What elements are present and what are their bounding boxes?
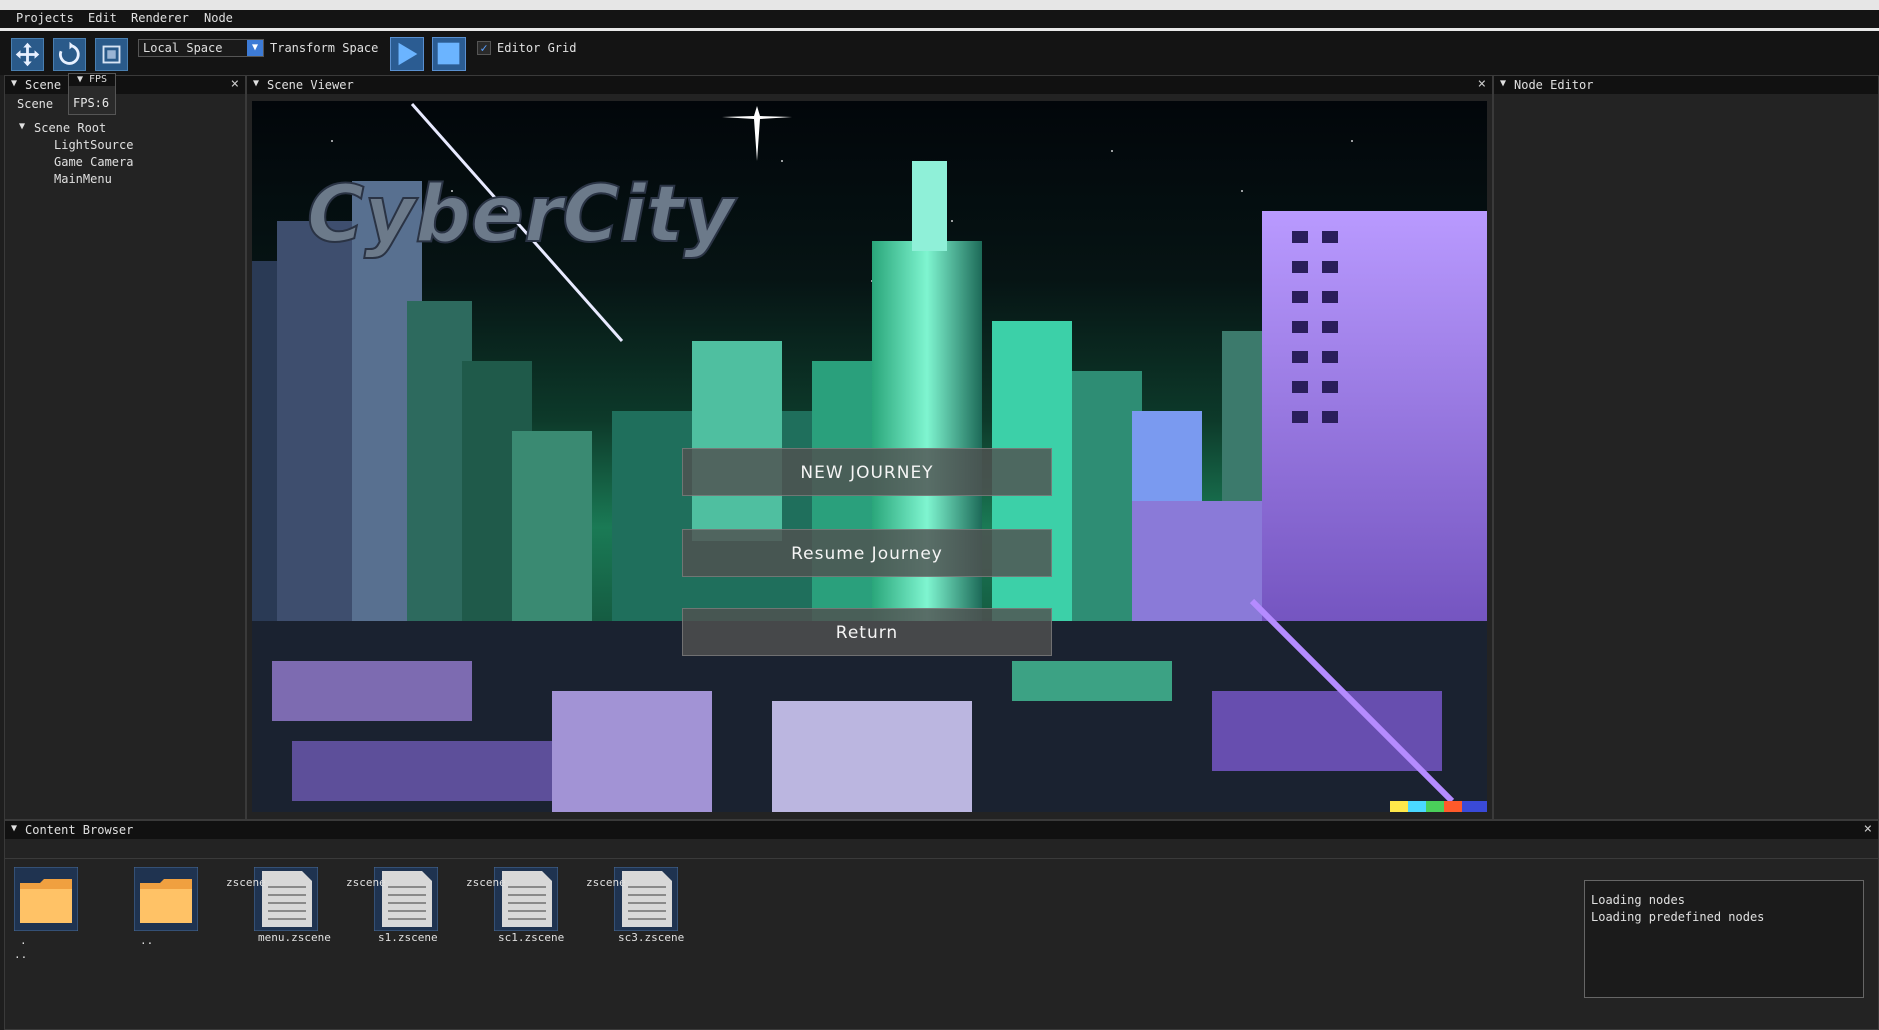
close-icon[interactable]: × bbox=[1864, 821, 1872, 837]
menu-renderer[interactable]: Renderer bbox=[131, 11, 189, 25]
file-ext-label: zscene bbox=[466, 876, 506, 889]
scale-tool-icon bbox=[102, 45, 121, 64]
tree-expand-icon[interactable]: ▼ bbox=[19, 121, 25, 132]
collapse-triangle-icon[interactable]: ▼ bbox=[253, 78, 259, 89]
file-ext-label: zscene bbox=[346, 876, 386, 889]
scale-tool-button[interactable] bbox=[95, 38, 128, 71]
stop-button[interactable] bbox=[432, 37, 466, 71]
fps-window-title: ▼ FPS bbox=[69, 74, 115, 86]
space-select-value: Local Space bbox=[143, 41, 223, 55]
rotate-tool-icon bbox=[59, 41, 80, 65]
editor-grid-checkbox[interactable]: ✓ bbox=[477, 41, 491, 55]
close-icon[interactable]: × bbox=[231, 76, 239, 92]
resume-journey-button[interactable]: Resume Journey bbox=[682, 529, 1052, 577]
file-ext-label: zscene bbox=[586, 876, 626, 889]
log-line: Loading nodes bbox=[1591, 893, 1685, 907]
close-icon[interactable]: × bbox=[1478, 76, 1486, 92]
collapse-triangle-icon[interactable]: ▼ bbox=[11, 78, 17, 89]
file-label-sc3: sc3.zscene bbox=[618, 931, 685, 944]
file-label-sc1: sc1.zscene bbox=[498, 931, 565, 944]
content-browser-titlebar[interactable]: ▼ Content Browser × bbox=[5, 821, 1878, 839]
menu-projects[interactable]: Projects bbox=[16, 11, 74, 25]
tab-scene[interactable]: Scene bbox=[17, 97, 53, 111]
folder-label-parent: .. bbox=[140, 934, 154, 947]
folder-icon bbox=[133, 866, 199, 932]
node-editor-title: Node Editor bbox=[1514, 78, 1594, 92]
move-tool-button[interactable] bbox=[11, 38, 44, 71]
window-top-strip bbox=[0, 0, 1879, 10]
return-button[interactable]: Return bbox=[682, 608, 1052, 656]
chevron-down-icon: ▼ bbox=[247, 40, 263, 56]
folder-icon bbox=[13, 866, 79, 932]
file-label-menu: menu.zscene bbox=[258, 931, 331, 944]
file-ext-label: zscene bbox=[226, 876, 266, 889]
scene-panel-title: Scene bbox=[25, 78, 62, 92]
scene-panel-titlebar[interactable]: ▼ Scene × bbox=[5, 76, 245, 94]
scene-panel: ▼ Scene × Scene ▼ Scene Root LightSource… bbox=[4, 75, 246, 820]
scene-viewer-titlebar[interactable]: ▼ Scene Viewer × bbox=[247, 76, 1492, 94]
play-icon bbox=[398, 42, 418, 66]
collapse-triangle-icon[interactable]: ▼ bbox=[11, 823, 17, 834]
move-tool-icon bbox=[15, 42, 40, 67]
file-label-s1: s1.zscene bbox=[378, 931, 438, 944]
folder-item-parent[interactable] bbox=[133, 866, 199, 932]
rotate-tool-button[interactable] bbox=[53, 38, 86, 71]
fps-window-title-text: FPS bbox=[88, 74, 108, 85]
menu-edit[interactable]: Edit bbox=[88, 11, 117, 25]
content-browser-title: Content Browser bbox=[25, 823, 134, 837]
folder-label-current: . bbox=[20, 934, 27, 947]
node-editor-panel: ▼ Node Editor bbox=[1493, 75, 1879, 820]
menu-bar: Projects Edit Renderer Node bbox=[0, 10, 1879, 31]
folder-item-current[interactable] bbox=[13, 866, 79, 932]
editor-grid-label: Editor Grid bbox=[497, 41, 577, 55]
new-journey-button[interactable]: NEW JOURNEY bbox=[682, 448, 1052, 496]
game-title-logo: CyberCity bbox=[307, 170, 738, 260]
play-button[interactable] bbox=[390, 37, 424, 71]
transform-space-label: Transform Space bbox=[270, 41, 379, 55]
content-browser-footer: .. bbox=[14, 948, 28, 961]
node-editor-titlebar[interactable]: ▼ Node Editor bbox=[1494, 76, 1878, 94]
tree-item-scene-root[interactable]: Scene Root bbox=[34, 121, 106, 135]
fps-value: FPS:6 bbox=[73, 96, 110, 110]
scene-viewer-title: Scene Viewer bbox=[267, 78, 354, 92]
space-select[interactable]: Local Space ▼ bbox=[138, 39, 264, 57]
menu-node[interactable]: Node bbox=[204, 11, 233, 25]
content-browser-divider bbox=[5, 858, 1878, 859]
log-output[interactable]: Loading nodes Loading predefined nodes bbox=[1584, 880, 1864, 998]
log-line: Loading predefined nodes bbox=[1591, 910, 1765, 924]
tree-item-mainmenu[interactable]: MainMenu bbox=[54, 172, 112, 186]
fps-window[interactable]: ▼ FPS FPS:6 bbox=[68, 73, 116, 115]
stop-icon bbox=[437, 42, 460, 65]
collapse-triangle-icon[interactable]: ▼ bbox=[1500, 78, 1506, 89]
tree-item-lightsource[interactable]: LightSource bbox=[54, 138, 133, 152]
tree-item-game-camera[interactable]: Game Camera bbox=[54, 155, 133, 169]
